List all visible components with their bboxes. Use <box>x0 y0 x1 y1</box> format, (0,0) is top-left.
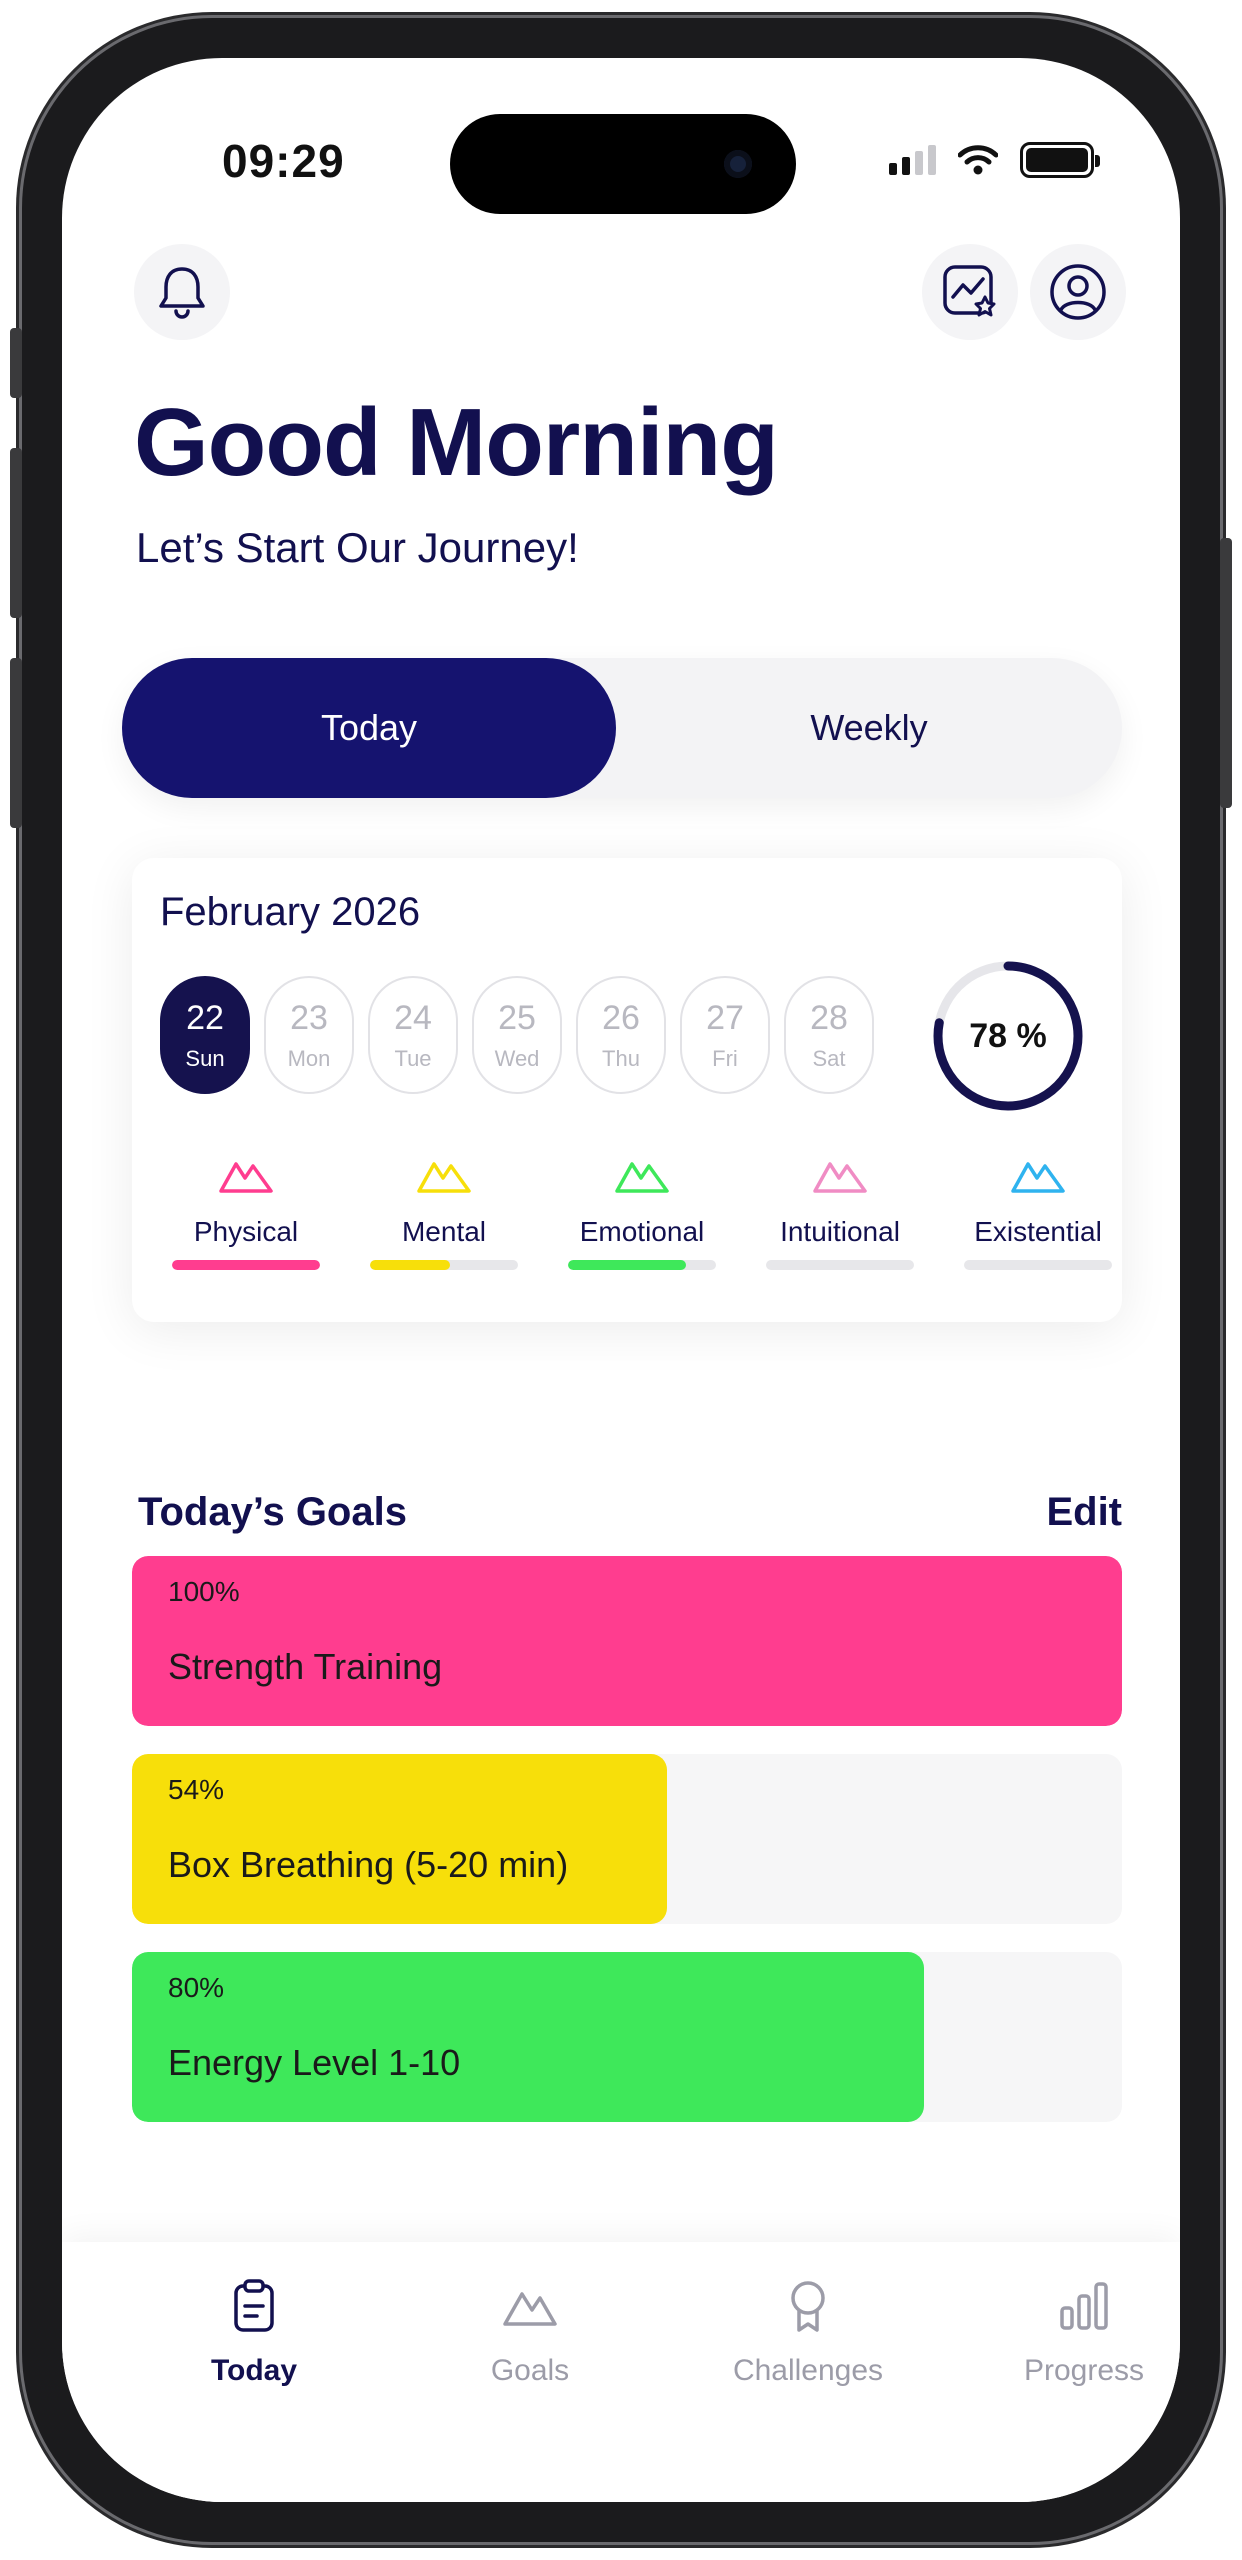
action-button <box>10 328 22 398</box>
insights-button[interactable] <box>922 244 1018 340</box>
day-chip[interactable]: 25 Wed <box>472 976 562 1094</box>
day-name: Sun <box>185 1045 225 1071</box>
bottom-tab-bar: Today Goals Challenges Progress <box>62 2242 1180 2502</box>
status-time: 09:29 <box>222 135 345 187</box>
tab-goals[interactable]: Goals <box>420 2278 640 2388</box>
view-toggle: Today Weekly <box>122 658 1122 798</box>
edit-goals-button[interactable]: Edit <box>1046 1490 1122 1535</box>
day-name: Mon <box>287 1045 331 1071</box>
dimension-intuitional[interactable]: Intuitional <box>766 1154 914 1270</box>
notifications-button[interactable] <box>134 244 230 340</box>
month-label: February 2026 <box>160 890 421 934</box>
app-screen: 09:29 Good Morning Let’s Start Our Journ… <box>62 58 1180 2502</box>
phone-frame: 09:29 Good Morning Let’s Start Our Journ… <box>10 18 1232 2542</box>
dimension-label: Physical <box>193 1216 299 1247</box>
volume-up-button <box>10 448 22 618</box>
calendar-card: February 2026 22 Sun 23 Mon 24 Tue 25 Wed 26… <box>132 858 1122 1322</box>
day-number: 26 <box>602 998 640 1037</box>
day-name: Thu <box>602 1045 640 1071</box>
day-name: Sat <box>812 1045 846 1071</box>
wellness-dimensions: Physical Mental Emotional Intuitional Ex… <box>172 1154 1112 1270</box>
day-chip[interactable]: 23 Mon <box>264 976 354 1094</box>
mountain-icon <box>219 1162 273 1193</box>
dimension-progress-track <box>766 1260 914 1270</box>
tab-label: Progress <box>1023 2354 1145 2387</box>
dimension-existential[interactable]: Existential <box>964 1154 1112 1270</box>
goal-item[interactable]: 80% Energy Level 1-10 <box>132 1952 1122 2122</box>
cellular-signal-icon <box>889 145 936 175</box>
day-chip[interactable]: 27 Fri <box>680 976 770 1094</box>
mountain-icon <box>417 1162 471 1193</box>
dimension-progress-track <box>172 1260 320 1270</box>
power-button <box>1220 538 1232 808</box>
bell-icon <box>159 267 205 319</box>
mountain-icon <box>615 1162 669 1193</box>
day-name: Fri <box>712 1045 738 1071</box>
user-icon <box>1050 264 1106 320</box>
day-chip[interactable]: 22 Sun <box>160 976 250 1094</box>
clipboard-icon <box>234 2279 274 2332</box>
day-name: Wed <box>494 1045 540 1071</box>
goal-name: Energy Level 1-10 <box>168 2042 461 2083</box>
chart-star-icon <box>943 265 996 317</box>
dimension-progress-track <box>568 1260 716 1270</box>
mountain-icon <box>813 1162 867 1193</box>
dimension-progress-fill <box>172 1260 320 1270</box>
profile-button[interactable] <box>1030 244 1126 340</box>
bar-chart-icon <box>1060 2282 1108 2330</box>
day-chip[interactable]: 26 Thu <box>576 976 666 1094</box>
week-day-selector: 22 Sun 23 Mon 24 Tue 25 Wed 26 Thu 27 Fri 28 Sa… <box>160 976 874 1094</box>
dimension-emotional[interactable]: Emotional <box>568 1154 716 1270</box>
dimension-progress-fill <box>568 1260 687 1270</box>
tab-weekly-view[interactable]: Weekly <box>616 658 1122 798</box>
goal-item[interactable]: 54% Box Breathing (5-20 min) <box>132 1754 1122 1924</box>
day-number: 23 <box>290 998 328 1037</box>
day-name: Tue <box>394 1045 432 1071</box>
greeting-subtitle: Let’s Start Our Journey! <box>136 524 579 571</box>
goal-percent: 54% <box>168 1774 225 1805</box>
dimension-physical[interactable]: Physical <box>172 1154 320 1270</box>
tab-label: Today <box>210 2354 298 2387</box>
goal-progress-fill <box>132 1556 1122 1726</box>
tab-label: Challenges <box>732 2354 884 2387</box>
battery-icon <box>1020 142 1100 178</box>
day-number: 22 <box>186 998 224 1037</box>
dimension-progress-fill <box>370 1260 450 1270</box>
goal-item[interactable]: 100% Strength Training <box>132 1556 1122 1726</box>
award-icon <box>791 2281 825 2332</box>
volume-down-button <box>10 658 22 828</box>
dimension-label: Intuitional <box>780 1216 900 1247</box>
dimension-label: Mental <box>401 1216 487 1247</box>
goal-name: Strength Training <box>168 1646 443 1687</box>
wifi-icon <box>958 145 998 175</box>
dimension-progress-track <box>370 1260 518 1270</box>
goals-section-title: Today’s Goals <box>138 1490 407 1534</box>
goal-percent: 100% <box>168 1576 240 1607</box>
mountain-icon <box>1011 1162 1065 1193</box>
tab-progress[interactable]: Progress <box>974 2278 1180 2388</box>
day-chip[interactable]: 28 Sat <box>784 976 874 1094</box>
day-chip[interactable]: 24 Tue <box>368 976 458 1094</box>
day-number: 27 <box>706 998 744 1037</box>
dimension-label: Emotional <box>579 1216 705 1247</box>
daily-progress-value: 78 % <box>969 1016 1047 1055</box>
tab-today[interactable]: Today <box>144 2278 364 2388</box>
day-number: 25 <box>498 998 536 1037</box>
mountain-icon <box>503 2292 557 2326</box>
greeting-title: Good Morning <box>134 389 779 496</box>
tab-today-view[interactable]: Today <box>122 658 616 798</box>
tab-challenges[interactable]: Challenges <box>698 2278 918 2388</box>
day-number: 28 <box>810 998 848 1037</box>
dimension-progress-track <box>964 1260 1112 1270</box>
day-number: 24 <box>394 998 432 1037</box>
dimension-label: Existential <box>974 1216 1102 1247</box>
status-icons <box>889 142 1100 178</box>
tab-label: Goals <box>490 2354 570 2387</box>
dimension-mental[interactable]: Mental <box>370 1154 518 1270</box>
dynamic-island <box>450 114 796 214</box>
goal-progress-fill <box>132 1952 924 2122</box>
goal-name: Box Breathing (5-20 min) <box>168 1844 569 1885</box>
goal-percent: 80% <box>168 1972 225 2003</box>
camera-icon <box>724 150 752 178</box>
